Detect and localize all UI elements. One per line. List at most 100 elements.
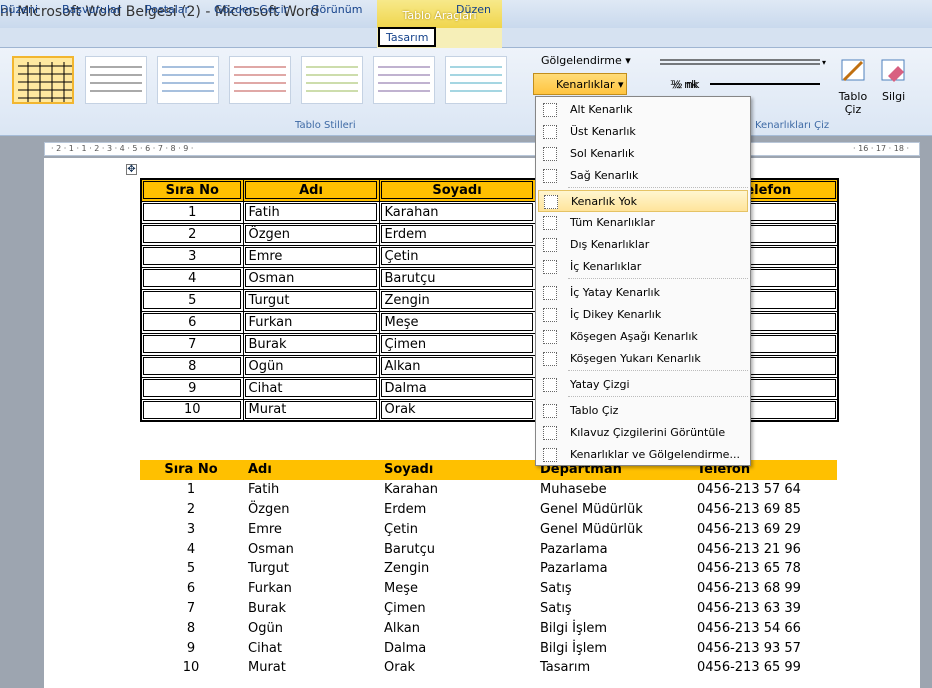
- menu-item-all-border[interactable]: Tüm Kenarlıklar: [538, 212, 748, 234]
- table-cell[interactable]: Dalma: [378, 376, 536, 400]
- table-cell[interactable]: Zengin: [378, 288, 536, 312]
- table-cell[interactable]: Bilgi İşlem: [534, 618, 691, 638]
- table-style-2[interactable]: [85, 56, 147, 104]
- table-cell[interactable]: Emre: [242, 519, 378, 539]
- table-cell[interactable]: 1: [140, 480, 242, 500]
- table-cell[interactable]: Özgen: [242, 500, 378, 520]
- table-cell[interactable]: Özgen: [242, 222, 380, 246]
- table-cell[interactable]: 5: [140, 559, 242, 579]
- menu-item-inside-vertical-border[interactable]: İç Dikey Kenarlık: [538, 304, 748, 326]
- table-cell[interactable]: Cihat: [242, 376, 380, 400]
- menu-item-right-border[interactable]: Sağ Kenarlık: [538, 165, 748, 187]
- tab-table-layout[interactable]: Düzen: [456, 3, 491, 16]
- table-cell[interactable]: 2: [140, 500, 242, 520]
- menu-item-view-gridlines-border[interactable]: Kılavuz Çizgilerini Görüntüle: [538, 422, 748, 444]
- table-cell[interactable]: Tasarım: [534, 658, 691, 678]
- menu-item-diagonal-down-border[interactable]: Köşegen Aşağı Kenarlık: [538, 326, 748, 348]
- table-cell[interactable]: Bilgi İşlem: [534, 638, 691, 658]
- table-cell[interactable]: Pazarlama: [534, 559, 691, 579]
- table-cell[interactable]: Turgut: [242, 288, 380, 312]
- table-cell[interactable]: Osman: [242, 266, 380, 290]
- table-style-1[interactable]: [12, 56, 74, 104]
- table-style-6[interactable]: [373, 56, 435, 104]
- table-cell[interactable]: Furkan: [242, 579, 378, 599]
- menu-item-borders-and-shading-border[interactable]: Kenarlıklar ve Gölgelendirme...: [538, 444, 748, 466]
- menu-item-inside-border[interactable]: İç Kenarlıklar: [538, 256, 748, 278]
- table-cell[interactable]: Meşe: [378, 579, 534, 599]
- tab-design[interactable]: Tasarım: [378, 27, 437, 47]
- table-cell[interactable]: Cihat: [242, 638, 378, 658]
- menu-item-diagonal-up-border[interactable]: Köşegen Yukarı Kenarlık: [538, 348, 748, 370]
- table-cell[interactable]: 10: [140, 658, 242, 678]
- table-cell[interactable]: Orak: [378, 398, 536, 422]
- table-cell[interactable]: Ogün: [242, 618, 378, 638]
- table-cell[interactable]: Orak: [378, 658, 534, 678]
- table-cell[interactable]: 7: [140, 332, 244, 356]
- table-cell[interactable]: 5: [140, 288, 244, 312]
- table-cell[interactable]: Karahan: [378, 200, 536, 224]
- table-cell[interactable]: Çetin: [378, 244, 536, 268]
- table-cell[interactable]: Burak: [242, 332, 380, 356]
- table-cell[interactable]: 0456-213 54 66: [691, 618, 837, 638]
- tab-mailings[interactable]: Postalar: [145, 3, 189, 16]
- table-cell[interactable]: Karahan: [378, 480, 534, 500]
- menu-item-top-border[interactable]: Üst Kenarlık: [538, 121, 748, 143]
- table-cell[interactable]: 3: [140, 244, 244, 268]
- menu-item-horizontal-line-border[interactable]: Yatay Çizgi: [538, 374, 748, 396]
- table-cell[interactable]: Furkan: [242, 310, 380, 334]
- table-cell[interactable]: Alkan: [378, 618, 534, 638]
- table-cell[interactable]: Fatih: [242, 200, 380, 224]
- tab-view[interactable]: Görünüm: [311, 3, 362, 16]
- menu-item-bottom-border[interactable]: Alt Kenarlık: [538, 99, 748, 121]
- table-cell[interactable]: 6: [140, 310, 244, 334]
- eraser-button[interactable]: Silgi: [882, 90, 905, 103]
- table-cell[interactable]: 3: [140, 519, 242, 539]
- menu-item-draw-table-border[interactable]: Tablo Çiz: [538, 400, 748, 422]
- table-cell[interactable]: 6: [140, 579, 242, 599]
- table-cell[interactable]: 1: [140, 200, 244, 224]
- tab-references[interactable]: Başvurular: [62, 3, 121, 16]
- table-cell[interactable]: 9: [140, 376, 244, 400]
- table-cell[interactable]: 0456-213 68 99: [691, 579, 837, 599]
- draw-table-button[interactable]: Tablo Çiz: [838, 90, 868, 116]
- shading-button[interactable]: Gölgelendirme ▾: [541, 54, 631, 67]
- menu-item-left-border[interactable]: Sol Kenarlık: [538, 143, 748, 165]
- table-cell[interactable]: 9: [140, 638, 242, 658]
- table-cell[interactable]: Turgut: [242, 559, 378, 579]
- table-cell[interactable]: Çimen: [378, 599, 534, 619]
- table-cell[interactable]: Meşe: [378, 310, 536, 334]
- table-cell[interactable]: Murat: [242, 398, 380, 422]
- table-cell[interactable]: Çetin: [378, 519, 534, 539]
- menu-item-outside-border[interactable]: Dış Kenarlıklar: [538, 234, 748, 256]
- table-cell[interactable]: 2: [140, 222, 244, 246]
- table-cell[interactable]: Erdem: [378, 500, 534, 520]
- table-cell[interactable]: 4: [140, 266, 244, 290]
- table-cell[interactable]: 0456-213 93 57: [691, 638, 837, 658]
- table-cell[interactable]: Osman: [242, 539, 378, 559]
- tab-review[interactable]: Gözden Geçir: [214, 3, 288, 16]
- table-cell[interactable]: Pazarlama: [534, 539, 691, 559]
- table-cell[interactable]: Genel Müdürlük: [534, 519, 691, 539]
- tab-layout[interactable]: Düzeni: [0, 3, 38, 16]
- table-cell[interactable]: 7: [140, 599, 242, 619]
- table-style-4[interactable]: [229, 56, 291, 104]
- table-cell[interactable]: Çimen: [378, 332, 536, 356]
- table-cell[interactable]: 0456-213 69 85: [691, 500, 837, 520]
- table-cell[interactable]: Satış: [534, 599, 691, 619]
- table-cell[interactable]: Barutçu: [378, 539, 534, 559]
- table-style-3[interactable]: [157, 56, 219, 104]
- table-cell[interactable]: Alkan: [378, 354, 536, 378]
- table-style-7[interactable]: [445, 56, 507, 104]
- table-cell[interactable]: Genel Müdürlük: [534, 500, 691, 520]
- table-cell[interactable]: 0456-213 65 78: [691, 559, 837, 579]
- table-cell[interactable]: 0456-213 63 39: [691, 599, 837, 619]
- table-cell[interactable]: Erdem: [378, 222, 536, 246]
- table-cell[interactable]: 0456-213 69 29: [691, 519, 837, 539]
- table-cell[interactable]: Barutçu: [378, 266, 536, 290]
- table-cell[interactable]: 0456-213 57 64: [691, 480, 837, 500]
- table-cell[interactable]: 8: [140, 618, 242, 638]
- menu-item-inside-horizontal-border[interactable]: İç Yatay Kenarlık: [538, 282, 748, 304]
- table-cell[interactable]: Dalma: [378, 638, 534, 658]
- table-cell[interactable]: Murat: [242, 658, 378, 678]
- table-cell[interactable]: 10: [140, 398, 244, 422]
